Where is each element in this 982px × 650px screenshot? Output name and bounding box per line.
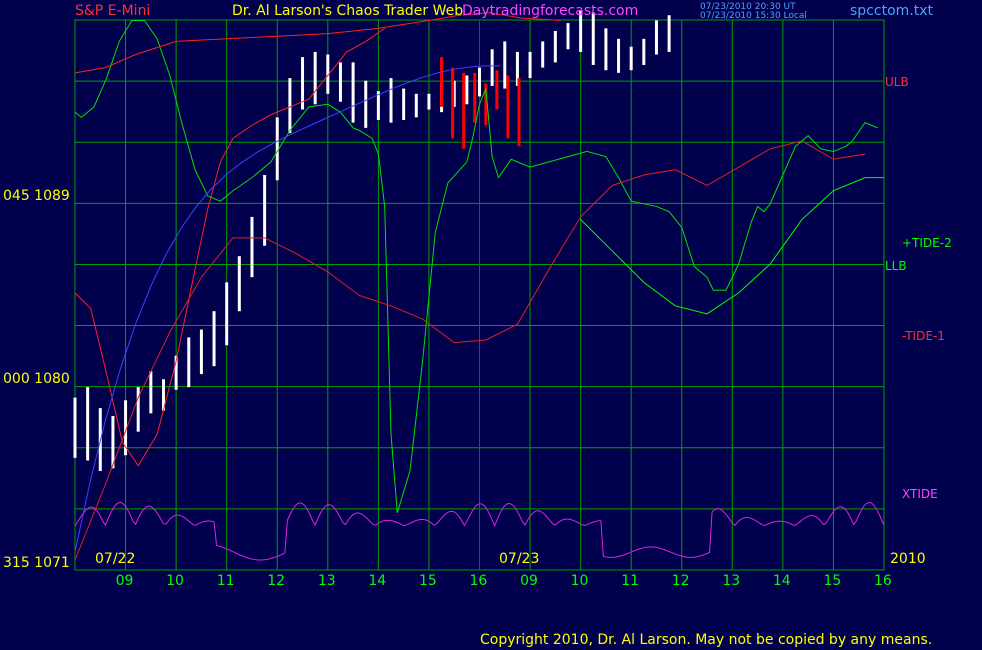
price-bars — [73, 10, 671, 471]
x-tick-label: 11 — [216, 573, 235, 589]
x-tick-label: 11 — [621, 573, 640, 589]
x-tick-label: 12 — [671, 573, 690, 589]
timestamp-local: 07/23/2010 15:30 Local — [700, 11, 807, 21]
x-tick-label: 16 — [469, 573, 488, 589]
x-tick-label: 14 — [368, 573, 387, 589]
ulb-line — [74, 27, 385, 467]
x-tick-label: 10 — [570, 573, 589, 589]
label-ulb: ULB — [885, 75, 909, 89]
x-tick-label: 15 — [418, 573, 437, 589]
x-tick-label: 16 — [874, 573, 892, 589]
y-label-1080: 000 1080 — [3, 371, 70, 387]
y-label-1089: 045 1089 — [3, 188, 70, 204]
label-tide-plus: +TIDE-2 — [902, 236, 952, 250]
chart-grid — [74, 19, 885, 571]
x-tick-label: 12 — [267, 573, 286, 589]
date-day2: 07/23 — [499, 551, 540, 567]
y-label-1071: 315 1071 — [3, 555, 70, 571]
x-tick-label: 13 — [722, 573, 741, 589]
chart-title: Dr. Al Larson's Chaos Trader Web — [232, 3, 464, 19]
data-filename: spcctom.txt — [850, 3, 933, 19]
x-tick-label: 09 — [115, 573, 134, 589]
site-link[interactable]: Daytradingforecasts.com — [462, 4, 638, 18]
x-tick-label: 13 — [317, 573, 336, 589]
x-tick-label: 15 — [823, 573, 842, 589]
moving-average-line — [74, 65, 500, 553]
label-xtide: XTIDE — [902, 487, 938, 501]
chart-canvas — [73, 10, 885, 571]
copyright-notice: Copyright 2010, Dr. Al Larson. May not b… — [480, 632, 933, 648]
x-tick-label: 14 — [772, 573, 791, 589]
x-tick-label: 10 — [166, 573, 184, 589]
ulb-upper-line — [74, 12, 561, 74]
x-tick-label: 09 — [520, 573, 538, 589]
date-day1: 07/22 — [95, 551, 136, 567]
label-llb: LLB — [885, 259, 907, 273]
date-year: 2010 — [890, 551, 926, 567]
label-tide-minus: -TIDE-1 — [902, 329, 945, 343]
symbol-label: S&P E-Mini — [75, 3, 151, 19]
